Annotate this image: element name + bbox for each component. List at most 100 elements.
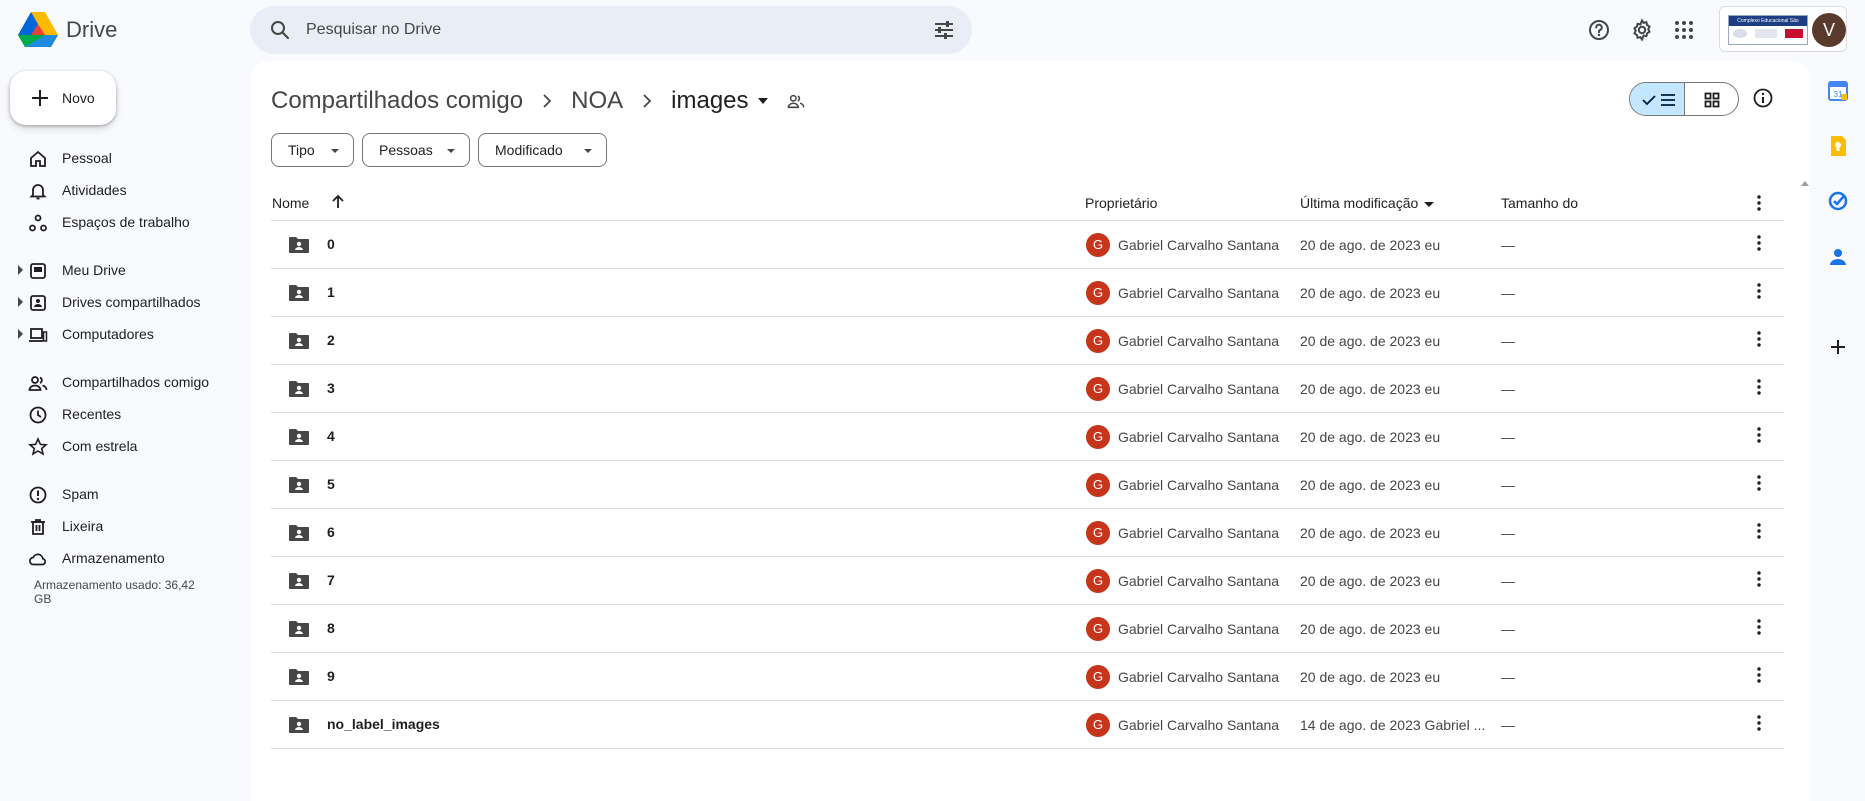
filter-pessoas[interactable]: Pessoas <box>362 133 470 167</box>
breadcrumb-item-shared-with-me[interactable]: Compartilhados comigo <box>271 87 523 115</box>
view-toggle <box>1629 82 1739 116</box>
file-name[interactable]: 8 <box>327 620 335 636</box>
plus-icon <box>28 86 52 110</box>
file-size: — <box>1501 669 1515 685</box>
table-row[interactable]: 0 G Gabriel Carvalho Santana 20 de ago. de … <box>271 221 1784 269</box>
table-row[interactable]: 4 G Gabriel Carvalho Santana 20 de ago. de … <box>271 413 1784 461</box>
file-name[interactable]: 5 <box>327 476 335 492</box>
caret-down-icon <box>584 149 592 153</box>
sidebar-item-meu-drive[interactable]: Meu Drive <box>0 254 240 286</box>
file-name[interactable]: 7 <box>327 572 335 588</box>
file-size: — <box>1501 429 1515 445</box>
more-actions-icon[interactable] <box>1749 713 1769 733</box>
table-row[interactable]: 7 G Gabriel Carvalho Santana 20 de ago. de … <box>271 557 1784 605</box>
folder-menu-caret-icon[interactable] <box>757 97 769 105</box>
expand-arrow-icon[interactable] <box>18 265 23 275</box>
table-row[interactable]: 6 G Gabriel Carvalho Santana 20 de ago. de … <box>271 509 1784 557</box>
scroll-up-arrow-icon[interactable] <box>1801 181 1809 186</box>
sort-ascending-arrow-icon[interactable] <box>331 194 345 210</box>
drive-logo-icon[interactable] <box>18 12 58 48</box>
sidebar-item-com-estrela[interactable]: Com estrela <box>0 430 240 462</box>
sidebar-item-label: Lixeira <box>62 518 104 534</box>
file-name[interactable]: 2 <box>327 332 335 348</box>
expand-arrow-icon[interactable] <box>18 297 23 307</box>
search-bar[interactable]: Pesquisar no Drive <box>250 6 972 54</box>
file-name[interactable]: 4 <box>327 428 335 444</box>
file-size: — <box>1501 717 1515 733</box>
column-options-more-icon[interactable] <box>1749 193 1769 213</box>
more-actions-icon[interactable] <box>1749 425 1769 445</box>
more-actions-icon[interactable] <box>1749 281 1769 301</box>
file-name[interactable]: 3 <box>327 380 335 396</box>
search-input[interactable]: Pesquisar no Drive <box>306 21 441 39</box>
calendar-icon[interactable]: 31 <box>1826 79 1850 103</box>
column-header-name[interactable]: Nome <box>272 195 309 211</box>
contacts-icon[interactable] <box>1826 245 1850 269</box>
file-name[interactable]: 0 <box>327 236 335 252</box>
last-modified: 20 de ago. de 2023 eu <box>1300 477 1441 493</box>
search-options-icon[interactable] <box>932 18 956 42</box>
table-row[interactable]: 1 G Gabriel Carvalho Santana 20 de ago. de … <box>271 269 1784 317</box>
breadcrumb-current-folder[interactable]: images <box>671 87 748 115</box>
shared-folder-people-icon[interactable] <box>787 92 805 110</box>
filter-modificado[interactable]: Modificado <box>478 133 607 167</box>
more-actions-icon[interactable] <box>1749 665 1769 685</box>
table-row[interactable]: no_label_images G Gabriel Carvalho Santana… <box>271 701 1784 749</box>
file-name[interactable]: 1 <box>327 284 335 300</box>
column-header-modified[interactable]: Última modificação <box>1300 195 1435 211</box>
app-name[interactable]: Drive <box>66 17 117 43</box>
table-row[interactable]: 2 G Gabriel Carvalho Santana 20 de ago. de … <box>271 317 1784 365</box>
file-name[interactable]: 6 <box>327 524 335 540</box>
sidebar-item-computadores[interactable]: Computadores <box>0 318 240 350</box>
account-avatar[interactable]: V <box>1812 13 1846 47</box>
more-actions-icon[interactable] <box>1749 329 1769 349</box>
new-button[interactable]: Novo <box>10 71 116 125</box>
last-modified: 20 de ago. de 2023 eu <box>1300 429 1441 445</box>
more-actions-icon[interactable] <box>1749 233 1769 253</box>
sidebar-item-label: Computadores <box>62 326 154 342</box>
keep-icon[interactable] <box>1826 134 1850 158</box>
sidebar-item-label: Pessoal <box>62 150 112 166</box>
add-addon-plus-icon[interactable] <box>1826 335 1850 359</box>
sidebar-item-atividades[interactable]: Atividades <box>0 174 240 206</box>
sidebar-item-spam[interactable]: Spam <box>0 478 240 510</box>
sidebar-item-drives-compartilhados[interactable]: Drives compartilhados <box>0 286 240 318</box>
more-actions-icon[interactable] <box>1749 521 1769 541</box>
top-bar: Drive Pesquisar no Drive Complexo Educac… <box>0 0 1865 60</box>
more-actions-icon[interactable] <box>1749 473 1769 493</box>
search-icon[interactable] <box>268 18 292 42</box>
info-icon[interactable] <box>1752 87 1774 109</box>
sidebar-item-lixeira[interactable]: Lixeira <box>0 510 240 542</box>
table-row[interactable]: 3 G Gabriel Carvalho Santana 20 de ago. de … <box>271 365 1784 413</box>
apps-grid-icon[interactable] <box>1672 18 1696 42</box>
sidebar-item-pessoal[interactable]: Pessoal <box>0 142 240 174</box>
breadcrumb-item-noa[interactable]: NOA <box>571 87 623 115</box>
column-header-size[interactable]: Tamanho do <box>1501 195 1578 211</box>
tasks-icon[interactable] <box>1826 189 1850 213</box>
more-actions-icon[interactable] <box>1749 569 1769 589</box>
more-actions-icon[interactable] <box>1749 377 1769 397</box>
file-name[interactable]: 9 <box>327 668 335 684</box>
settings-gear-icon[interactable] <box>1630 18 1654 42</box>
file-name[interactable]: no_label_images <box>327 716 440 732</box>
table-row[interactable]: 9 G Gabriel Carvalho Santana 20 de ago. de … <box>271 653 1784 701</box>
sidebar-item-compartilhados-comigo[interactable]: Compartilhados comigo <box>0 366 240 398</box>
sidebar-item-espacos-de-trabalho[interactable]: Espaços de trabalho <box>0 206 240 238</box>
column-header-owner[interactable]: Proprietário <box>1085 195 1157 211</box>
grid-view-button[interactable] <box>1685 83 1738 115</box>
owner-avatar: G <box>1086 281 1110 305</box>
filter-tipo[interactable]: Tipo <box>271 133 354 167</box>
table-row[interactable]: 8 G Gabriel Carvalho Santana 20 de ago. de … <box>271 605 1784 653</box>
caret-down-icon <box>331 149 339 153</box>
table-row[interactable]: 5 G Gabriel Carvalho Santana 20 de ago. de … <box>271 461 1784 509</box>
list-view-button[interactable] <box>1630 83 1685 115</box>
shared-folder-icon <box>288 572 310 590</box>
caret-down-icon <box>447 149 455 153</box>
sidebar-item-armazenamento[interactable]: Armazenamento <box>0 542 240 574</box>
sidebar-item-recentes[interactable]: Recentes <box>0 398 240 430</box>
sidebar-item-label: Armazenamento <box>62 550 165 566</box>
more-actions-icon[interactable] <box>1749 617 1769 637</box>
file-size: — <box>1501 477 1515 493</box>
expand-arrow-icon[interactable] <box>18 329 23 339</box>
help-icon[interactable] <box>1587 18 1611 42</box>
